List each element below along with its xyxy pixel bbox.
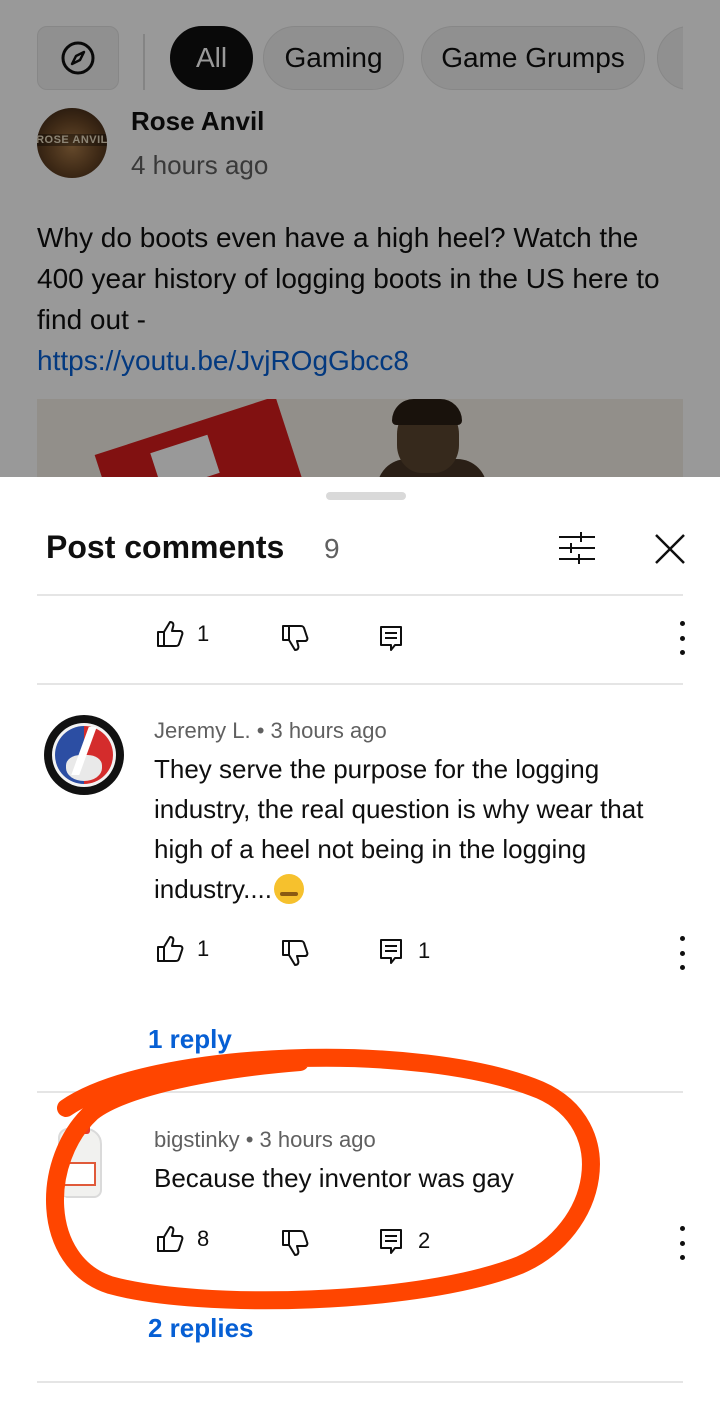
comments-sheet: Post comments 9 1 Jeremy L. • 3 hours ag… xyxy=(0,477,720,1402)
like-button[interactable]: 1 xyxy=(155,934,209,964)
reply-count: 2 xyxy=(418,1228,431,1253)
comment-meta: Jeremy L. • 3 hours ago xyxy=(154,718,387,744)
more-options-button[interactable] xyxy=(676,621,688,655)
divider xyxy=(37,1381,683,1383)
meta-separator: • xyxy=(256,718,265,743)
comment-icon xyxy=(380,626,402,651)
comment-author[interactable]: bigstinky xyxy=(154,1127,240,1152)
like-count: 1 xyxy=(197,621,210,646)
thinking-face-emoji xyxy=(274,874,305,904)
comment-body: They serve the purpose for the logging i… xyxy=(154,754,644,904)
comment-body: Because they inventor was gay xyxy=(154,1163,514,1193)
comment-time: 3 hours ago xyxy=(270,718,387,743)
reply-button[interactable] xyxy=(376,623,406,653)
comment-author[interactable]: Jeremy L. xyxy=(154,718,251,743)
dim-overlay[interactable] xyxy=(0,0,720,477)
comment-text: They serve the purpose for the logging i… xyxy=(154,749,674,909)
meta-separator: • xyxy=(245,1127,254,1152)
reply-button[interactable]: 2 xyxy=(376,1226,430,1256)
divider xyxy=(37,1091,683,1093)
close-icon xyxy=(655,534,685,564)
dislike-button[interactable] xyxy=(280,938,310,968)
comment-meta: bigstinky • 3 hours ago xyxy=(154,1127,376,1153)
drag-handle[interactable] xyxy=(326,492,406,500)
comment-icon xyxy=(380,939,402,964)
divider xyxy=(37,594,683,596)
like-button[interactable]: 8 xyxy=(155,1224,209,1254)
more-options-button[interactable] xyxy=(676,936,688,970)
dislike-button[interactable] xyxy=(280,623,310,653)
view-replies-link[interactable]: 1 reply xyxy=(148,1024,232,1055)
thumbs-up-icon xyxy=(157,1226,184,1252)
thumbs-down-icon xyxy=(282,1230,309,1256)
like-button[interactable]: 1 xyxy=(155,619,209,649)
avatar[interactable] xyxy=(44,715,124,795)
view-replies-link[interactable]: 2 replies xyxy=(148,1313,254,1344)
close-button[interactable] xyxy=(648,527,692,571)
sliders-icon xyxy=(559,532,595,564)
comment-time: 3 hours ago xyxy=(259,1127,376,1152)
reply-button[interactable]: 1 xyxy=(376,936,430,966)
more-options-button[interactable] xyxy=(676,1226,688,1260)
like-count: 8 xyxy=(197,1226,210,1251)
reply-count: 1 xyxy=(418,938,431,963)
thumbs-up-icon xyxy=(157,936,184,962)
comment-text: Because they inventor was gay xyxy=(154,1158,674,1198)
sort-button[interactable] xyxy=(553,527,601,569)
divider xyxy=(37,683,683,685)
sheet-title: Post comments xyxy=(46,529,285,565)
comment-count: 9 xyxy=(324,533,340,564)
dislike-button[interactable] xyxy=(280,1228,310,1258)
thumbs-down-icon xyxy=(282,625,309,651)
avatar[interactable] xyxy=(44,1122,124,1202)
comment-icon xyxy=(380,1229,402,1254)
like-count: 1 xyxy=(197,936,210,961)
thumbs-up-icon xyxy=(157,621,184,647)
thumbs-down-icon xyxy=(282,940,309,966)
